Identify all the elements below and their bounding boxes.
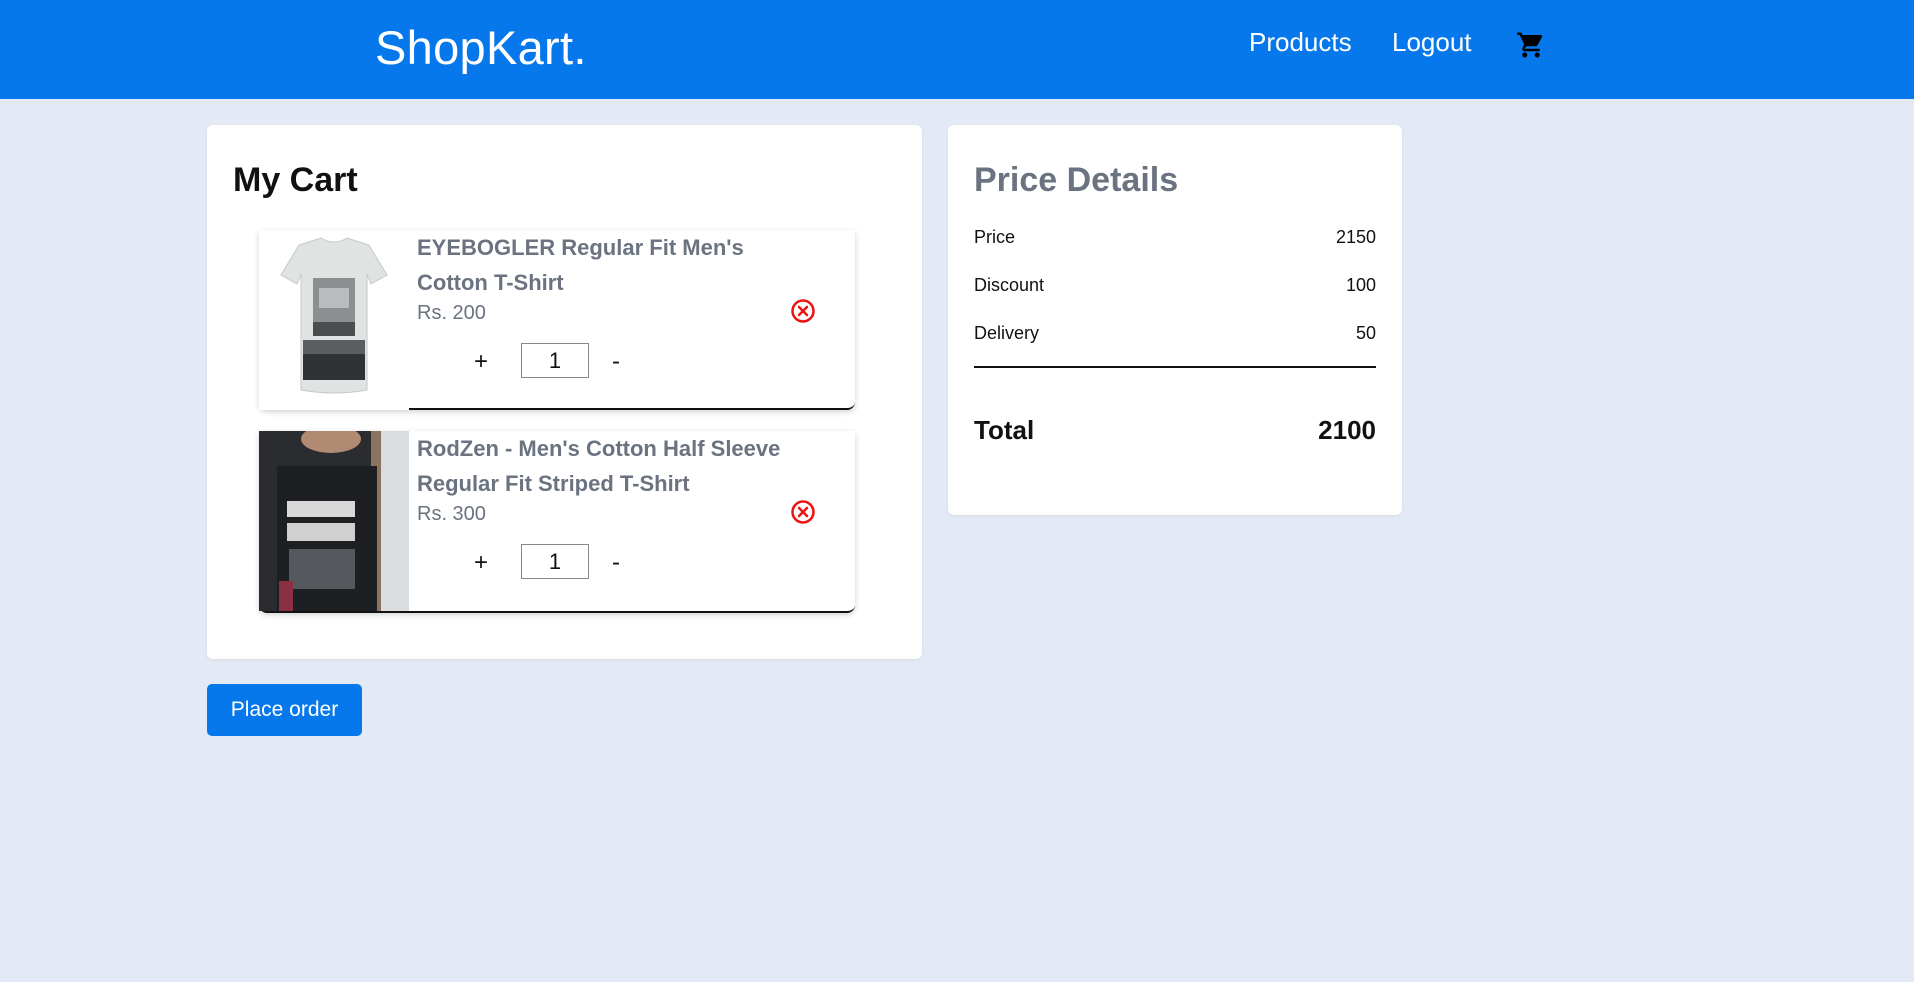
increase-quantity-button[interactable]: +: [469, 348, 493, 376]
price-value: 2150: [1335, 227, 1376, 247]
remove-item-icon[interactable]: [790, 298, 816, 324]
total-label: Total: [974, 415, 1035, 445]
product-name[interactable]: EYEBOGLER Regular Fit Men's Cotton T-Shi…: [417, 230, 797, 300]
product-name[interactable]: RodZen - Men's Cotton Half Sleeve Regula…: [417, 431, 797, 501]
decrease-quantity-button[interactable]: -: [604, 348, 628, 376]
product-price: Rs. 300: [417, 503, 486, 525]
product-image-black-tshirt[interactable]: [259, 431, 409, 611]
cart-card: My Cart EYEBOGLER Regular Fit Men's Cott…: [207, 125, 922, 659]
quantity-input[interactable]: [521, 343, 589, 378]
total-value: 2100: [1318, 415, 1376, 445]
remove-item-icon[interactable]: [790, 499, 816, 525]
delivery-label: Delivery: [974, 323, 1040, 343]
product-price: Rs. 200: [417, 302, 486, 324]
divider: [974, 366, 1376, 368]
nav-products-link[interactable]: Products: [1249, 27, 1352, 58]
discount-value: 100: [1345, 275, 1376, 295]
cart-item: RodZen - Men's Cotton Half Sleeve Regula…: [259, 431, 855, 613]
product-image-white-tshirt[interactable]: [259, 230, 409, 410]
price-label: Price: [974, 227, 1016, 247]
shopping-cart-icon[interactable]: [1516, 30, 1546, 60]
brand-logo[interactable]: ShopKart.: [375, 20, 587, 75]
discount-label: Discount: [974, 275, 1045, 295]
place-order-button[interactable]: Place order: [207, 684, 362, 736]
increase-quantity-button[interactable]: +: [469, 549, 493, 577]
cart-title: My Cart: [233, 161, 358, 199]
price-details-card: Price Details Price 2150 Discount 100 De…: [948, 125, 1402, 515]
decrease-quantity-button[interactable]: -: [604, 549, 628, 577]
navbar: ShopKart. Products Logout: [0, 0, 1914, 99]
delivery-value: 50: [1355, 323, 1376, 343]
nav-logout-link[interactable]: Logout: [1392, 27, 1472, 58]
quantity-input[interactable]: [521, 544, 589, 579]
cart-item: EYEBOGLER Regular Fit Men's Cotton T-Shi…: [259, 230, 855, 410]
price-details-title: Price Details: [974, 161, 1179, 199]
